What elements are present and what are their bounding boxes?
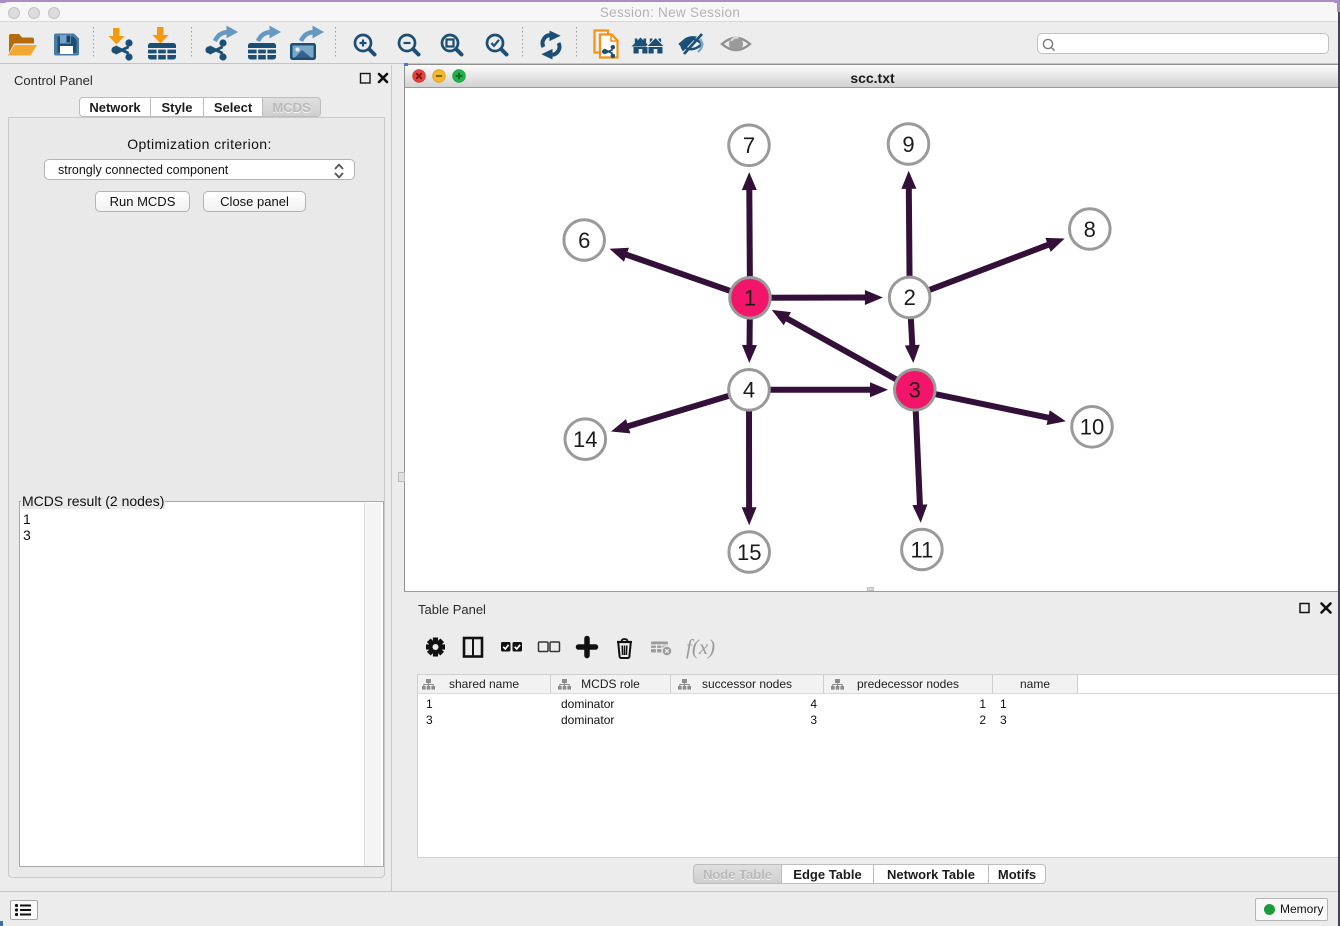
svg-text:11: 11 (910, 537, 933, 562)
svg-text:10: 10 (1080, 415, 1104, 440)
svg-text:4: 4 (743, 378, 755, 403)
svg-text:7: 7 (743, 133, 755, 158)
svg-text:8: 8 (1084, 217, 1096, 242)
svg-text:f(x): f(x) (686, 635, 715, 659)
svg-text:3: 3 (909, 378, 921, 403)
svg-text:1: 1 (744, 286, 756, 311)
svg-text:9: 9 (902, 132, 914, 157)
svg-text:15: 15 (737, 540, 761, 565)
svg-text:2: 2 (904, 285, 916, 310)
svg-text:6: 6 (578, 228, 590, 253)
svg-text:14: 14 (573, 427, 597, 452)
